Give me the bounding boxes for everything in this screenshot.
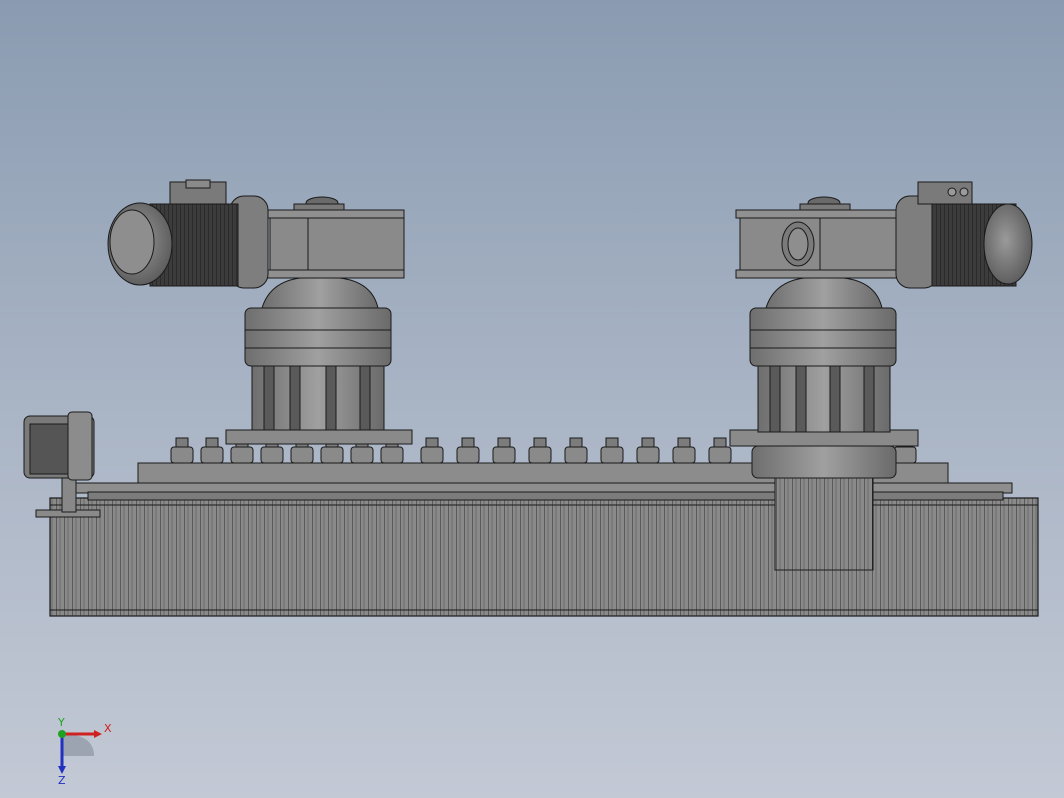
bolt: [420, 437, 444, 464]
bolt: [170, 437, 194, 464]
bolt: [672, 437, 696, 464]
cad-viewport[interactable]: X Y Z: [0, 0, 1064, 798]
coordinate-triad-icon: X Y Z: [57, 716, 112, 786]
left-drive-unit[interactable]: [107, 179, 413, 445]
bolt: [492, 437, 516, 464]
gear-assembly-model[interactable]: [0, 0, 1064, 798]
x-axis-label: X: [104, 722, 112, 735]
bolt: [600, 437, 624, 464]
bolt: [708, 437, 732, 464]
ring-gear[interactable]: [49, 497, 1039, 617]
bolt: [200, 437, 224, 464]
z-axis-label: Z: [58, 774, 66, 786]
bolt: [528, 437, 552, 464]
y-axis-dot: [58, 730, 66, 738]
bolt: [456, 437, 480, 464]
y-axis-label: Y: [57, 716, 65, 729]
bolt: [636, 437, 660, 464]
bolt: [564, 437, 588, 464]
